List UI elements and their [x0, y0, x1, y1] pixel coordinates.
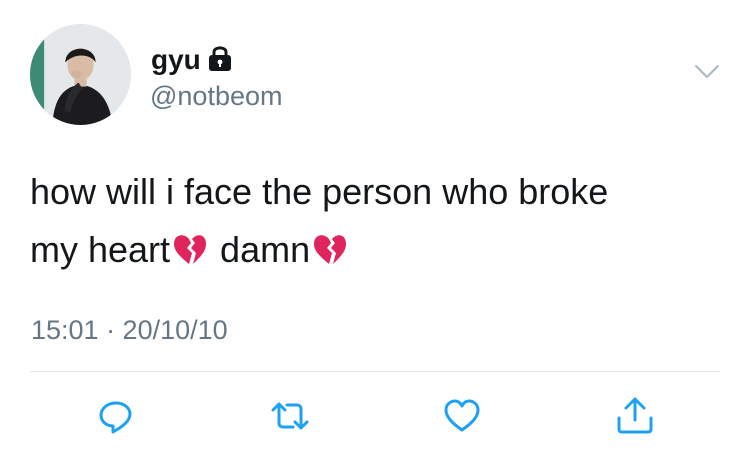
broken-heart-emoji-icon — [174, 235, 207, 264]
share-icon — [617, 397, 653, 434]
reply-button[interactable] — [96, 396, 136, 436]
like-icon — [444, 399, 480, 432]
display-name[interactable]: gyu — [151, 44, 201, 76]
tweet-text-line: how will i face the person who broke — [30, 171, 609, 212]
like-button[interactable] — [442, 396, 482, 436]
broken-heart-emoji-icon — [314, 235, 347, 264]
retweet-button[interactable] — [270, 396, 310, 436]
timestamp[interactable]: 15:01 · 20/10/10 — [31, 314, 228, 346]
tweet-text-segment: my heart — [30, 229, 171, 270]
tweet-text: how will i face the person who broke my … — [30, 163, 720, 279]
avatar[interactable] — [30, 24, 131, 125]
tweet-text-line: my heart damn — [30, 221, 720, 279]
lock-icon — [209, 46, 231, 71]
chevron-down-icon[interactable] — [694, 64, 720, 80]
username-handle[interactable]: @notbeom — [150, 80, 282, 112]
tweet-text-segment: damn — [220, 229, 311, 270]
divider — [30, 371, 720, 372]
share-button[interactable] — [615, 396, 655, 436]
reply-icon — [99, 401, 132, 434]
retweet-icon — [271, 402, 309, 430]
